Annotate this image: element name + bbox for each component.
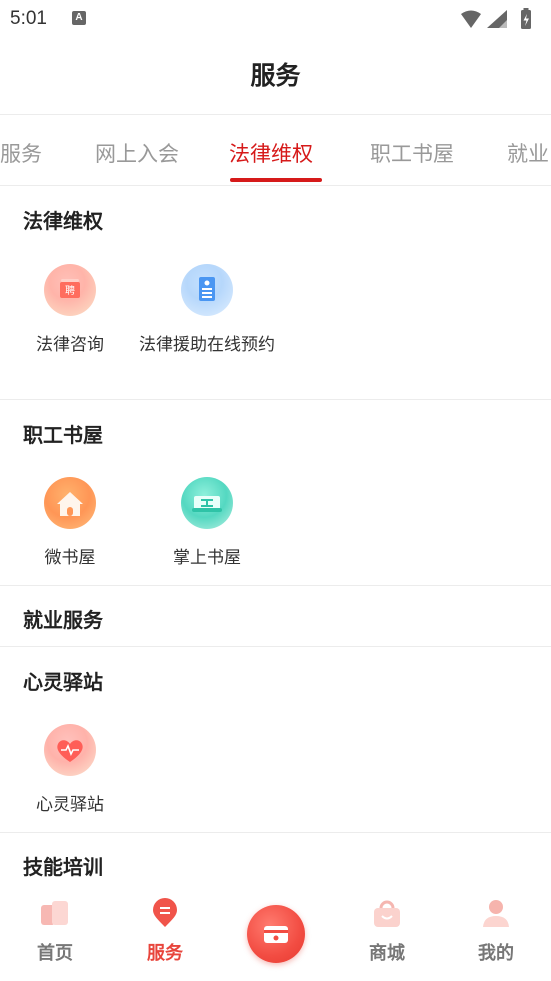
section-worker-library: 职工书屋 微书屋 掌上书屋 xyxy=(0,401,551,586)
tab-employment[interactable]: 就业 xyxy=(507,138,549,168)
nav-label: 商城 xyxy=(369,943,405,964)
nav-label: 服务 xyxy=(147,943,183,964)
header: 服务 xyxy=(0,40,551,115)
section-legal-rights: 法律维权 聘 法律咨询 法律援助在线预约 xyxy=(0,187,551,400)
nav-label: 首页 xyxy=(37,943,73,964)
nav-profile[interactable]: 我的 xyxy=(456,897,536,965)
section-skill-training: 技能培训 xyxy=(0,834,551,885)
svg-text:聘: 聘 xyxy=(65,284,75,297)
page-title: 服务 xyxy=(250,61,301,90)
nav-home[interactable]: 首页 xyxy=(15,897,95,965)
section-title: 法律维权 xyxy=(23,209,103,233)
heart-icon xyxy=(44,724,96,776)
active-tab-indicator xyxy=(230,178,322,182)
home-icon xyxy=(35,897,75,929)
shop-icon xyxy=(367,897,407,929)
book-icon xyxy=(181,477,233,529)
tab-bar: 服务 网上入会 法律维权 职工书屋 就业 xyxy=(0,116,551,186)
tab-legal-rights[interactable]: 法律维权 xyxy=(229,138,313,168)
tab-online-join[interactable]: 网上入会 xyxy=(95,138,179,168)
item-legal-consult[interactable]: 聘 法律咨询 xyxy=(0,264,140,358)
legal-consult-icon: 聘 xyxy=(44,264,96,316)
nav-shop[interactable]: 商城 xyxy=(347,897,427,965)
section-mind-station: 心灵驿站 心灵驿站 xyxy=(0,648,551,833)
item-label: 微书屋 xyxy=(44,548,96,568)
item-mind-station[interactable]: 心灵驿站 xyxy=(0,724,140,818)
house-icon xyxy=(44,477,96,529)
item-label: 掌上书屋 xyxy=(173,548,241,568)
wifi-icon xyxy=(461,10,481,28)
section-title: 心灵驿站 xyxy=(23,670,103,694)
item-mobile-library[interactable]: 掌上书屋 xyxy=(137,477,277,571)
section-title: 就业服务 xyxy=(23,608,103,632)
item-label: 法律援助在线预约 xyxy=(139,335,275,355)
notification-icon: A xyxy=(72,11,86,25)
wallet-button[interactable] xyxy=(247,905,305,963)
nav-label: 我的 xyxy=(478,943,514,964)
bottom-nav: 首页 服务 商城 我的 xyxy=(0,885,551,981)
item-micro-library[interactable]: 微书屋 xyxy=(0,477,140,571)
item-label: 心灵驿站 xyxy=(36,795,104,815)
legal-aid-icon xyxy=(181,264,233,316)
status-icons xyxy=(461,8,531,29)
item-label: 法律咨询 xyxy=(36,335,104,355)
status-bar: 5:01 A xyxy=(0,0,551,40)
tab-service[interactable]: 服务 xyxy=(0,138,42,168)
service-icon xyxy=(145,897,185,929)
nav-service[interactable]: 服务 xyxy=(125,897,205,965)
section-title: 技能培训 xyxy=(23,855,103,879)
section-employment-service: 就业服务 xyxy=(0,587,551,647)
section-title: 职工书屋 xyxy=(23,423,103,447)
tab-worker-library[interactable]: 职工书屋 xyxy=(370,138,454,168)
wallet-icon xyxy=(264,926,288,943)
profile-icon xyxy=(476,897,516,929)
status-time: 5:01 xyxy=(10,8,47,29)
item-legal-aid[interactable]: 法律援助在线预约 xyxy=(137,264,277,358)
